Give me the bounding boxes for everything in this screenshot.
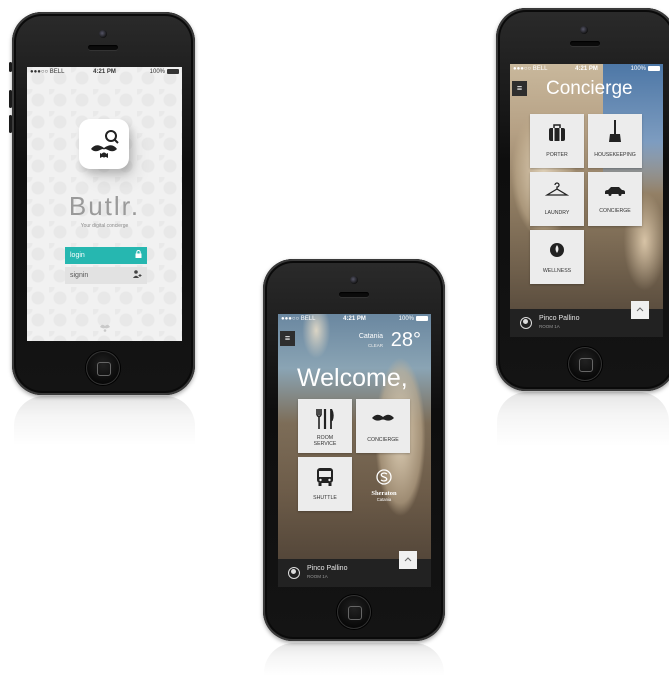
tile-concierge[interactable]: CONCIERGE: [356, 399, 410, 453]
tile-shuttle[interactable]: SHUTTLE: [298, 457, 352, 511]
home-button[interactable]: [568, 347, 602, 381]
user-name: Pinco Pallino: [307, 565, 348, 572]
user-room: ROOM 1A: [539, 324, 560, 329]
tile-housekeeping[interactable]: HOUSEKEEPING: [588, 114, 642, 168]
app-icon: [79, 119, 129, 169]
menu-button[interactable]: ≡: [512, 81, 527, 96]
battery-indicator: 100%: [150, 67, 179, 78]
user-room: ROOM 1A: [307, 574, 328, 579]
tile-label: SERVICE: [313, 441, 337, 447]
weather-condition: CLEAR: [367, 343, 383, 348]
app-name: Butlr.: [68, 191, 141, 221]
luggage-icon: [530, 124, 584, 146]
bus-icon: [298, 467, 352, 489]
signin-label: signin: [70, 272, 89, 279]
lock-icon: [135, 247, 142, 264]
tile-label: HOUSEKEEPING: [594, 152, 636, 158]
speaker-grille: [570, 41, 600, 46]
chevron-up-icon: [404, 557, 412, 562]
hotel-subtitle: Catania: [376, 497, 392, 502]
chevron-up-icon: [636, 307, 644, 312]
battery-icon: [648, 65, 660, 71]
speaker-grille: [88, 45, 118, 50]
login-screen: ●●●○○ BELL 4:21 PM 100% Butlr. Your digi…: [27, 67, 182, 341]
add-user-icon: [133, 267, 142, 284]
avatar: [520, 317, 532, 329]
status-bar: ●●●○○ BELL 4:21 PM 100%: [510, 64, 663, 75]
menu-button[interactable]: ≡: [280, 331, 295, 346]
tile-label: WELLNESS: [542, 268, 572, 274]
hanger-icon: [530, 182, 584, 204]
tile-concierge-service[interactable]: CONCIERGE: [588, 172, 642, 226]
front-camera: [350, 276, 358, 284]
user-bar[interactable]: Pinco Pallino ROOM 1A: [278, 551, 431, 587]
status-bar: ●●●○○ BELL 4:21 PM 100%: [278, 314, 431, 325]
volume-up-button: [9, 90, 12, 108]
sheraton-icon: [376, 469, 392, 485]
phone-reflection: [497, 392, 669, 447]
mute-switch: [9, 62, 12, 72]
home-screen: ●●●○○ BELL 4:21 PM 100% ≡ Catania CLEAR …: [278, 314, 431, 587]
concierge-screen: ●●●○○ BELL 4:21 PM 100% ≡ Concierge PORT…: [510, 64, 663, 337]
speaker-grille: [339, 292, 369, 297]
tile-porter[interactable]: PORTER: [530, 114, 584, 168]
phone-reflection: [14, 396, 195, 446]
signin-button[interactable]: signin: [65, 267, 147, 284]
broom-icon: [588, 120, 642, 142]
front-camera: [580, 26, 588, 34]
user-bar[interactable]: Pinco Pallino ROOM 1A: [510, 301, 663, 337]
weather-city: Catania: [358, 333, 383, 340]
concierge-title: Concierge: [546, 78, 633, 99]
mustache-magnifier-icon: [91, 130, 119, 158]
phone-reflection: [264, 643, 444, 676]
tile-label: CONCIERGE: [599, 208, 631, 214]
tile-laundry[interactable]: LAUNDRY: [530, 172, 584, 226]
weather-temperature: 28°: [390, 329, 421, 351]
user-name: Pinco Pallino: [539, 315, 580, 322]
expand-button[interactable]: [631, 301, 649, 319]
battery-indicator: 100%: [631, 64, 660, 75]
tile-wellness[interactable]: WELLNESS: [530, 230, 584, 284]
phone-concierge: ●●●○○ BELL 4:21 PM 100% ≡ Concierge PORT…: [496, 8, 669, 391]
hotel-logo: Sheraton Catania: [364, 469, 404, 502]
footer-logo-icon: [99, 319, 111, 337]
home-button[interactable]: [86, 351, 120, 385]
status-bar: ●●●○○ BELL 4:21 PM 100%: [27, 67, 182, 78]
welcome-title: Welcome,: [297, 364, 408, 392]
avatar: [288, 567, 300, 579]
battery-icon: [416, 315, 428, 321]
battery-indicator: 100%: [399, 314, 428, 325]
car-icon: [588, 186, 642, 208]
volume-down-button: [9, 115, 12, 133]
tile-room-service[interactable]: ROOM SERVICE: [298, 399, 352, 453]
login-label: login: [70, 252, 85, 259]
mustache-icon: [356, 413, 410, 435]
tile-label: SHUTTLE: [313, 495, 337, 501]
tile-label: PORTER: [546, 152, 568, 158]
drop-icon: [530, 240, 584, 262]
tile-label: LAUNDRY: [544, 210, 570, 216]
login-button[interactable]: login: [65, 247, 147, 264]
hotel-name: Sheraton: [371, 490, 397, 497]
tile-label: CONCIERGE: [367, 437, 399, 443]
home-button[interactable]: [337, 595, 371, 629]
phone-login: ●●●○○ BELL 4:21 PM 100% Butlr. Your digi…: [9, 12, 195, 395]
battery-icon: [167, 68, 179, 74]
cutlery-icon: [298, 409, 352, 431]
tagline: Your digital concierge: [80, 223, 129, 229]
expand-button[interactable]: [399, 551, 417, 569]
front-camera: [99, 30, 107, 38]
phone-home: ●●●○○ BELL 4:21 PM 100% ≡ Catania CLEAR …: [263, 259, 445, 641]
